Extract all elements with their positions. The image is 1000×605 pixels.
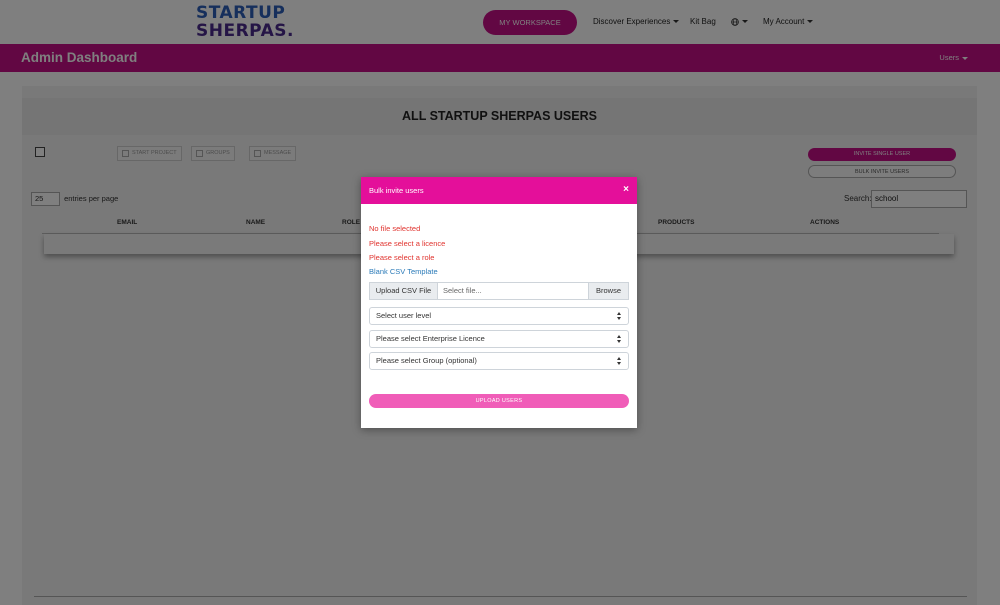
group-value: Please select Group (optional) — [376, 356, 477, 365]
file-input-placeholder: Select file... — [443, 286, 482, 295]
select-arrows-icon — [617, 312, 622, 320]
enterprise-licence-value: Please select Enterprise Licence — [376, 334, 485, 343]
upload-users-button[interactable]: UPLOAD USERS — [369, 394, 629, 408]
modal-header: Bulk invite users × — [361, 177, 637, 204]
user-level-value: Select user level — [376, 311, 432, 320]
blank-csv-template-link[interactable]: Blank CSV Template — [369, 267, 438, 276]
user-level-select[interactable]: Select user level — [369, 307, 629, 325]
close-icon[interactable]: × — [623, 184, 629, 195]
select-arrows-icon — [617, 335, 622, 343]
modal-title: Bulk invite users — [369, 186, 424, 195]
csv-file-input[interactable]: Upload CSV File Select file... Browse — [369, 282, 629, 300]
error-no-role: Please select a role — [369, 253, 435, 262]
error-no-file: No file selected — [369, 224, 421, 233]
select-arrows-icon — [617, 357, 622, 365]
enterprise-licence-select[interactable]: Please select Enterprise Licence — [369, 330, 629, 348]
error-no-licence: Please select a licence — [369, 239, 446, 248]
browse-button[interactable]: Browse — [588, 283, 628, 299]
group-select[interactable]: Please select Group (optional) — [369, 352, 629, 370]
bulk-invite-modal: Bulk invite users × No file selected Ple… — [361, 177, 637, 428]
file-input-label: Upload CSV File — [370, 283, 438, 299]
